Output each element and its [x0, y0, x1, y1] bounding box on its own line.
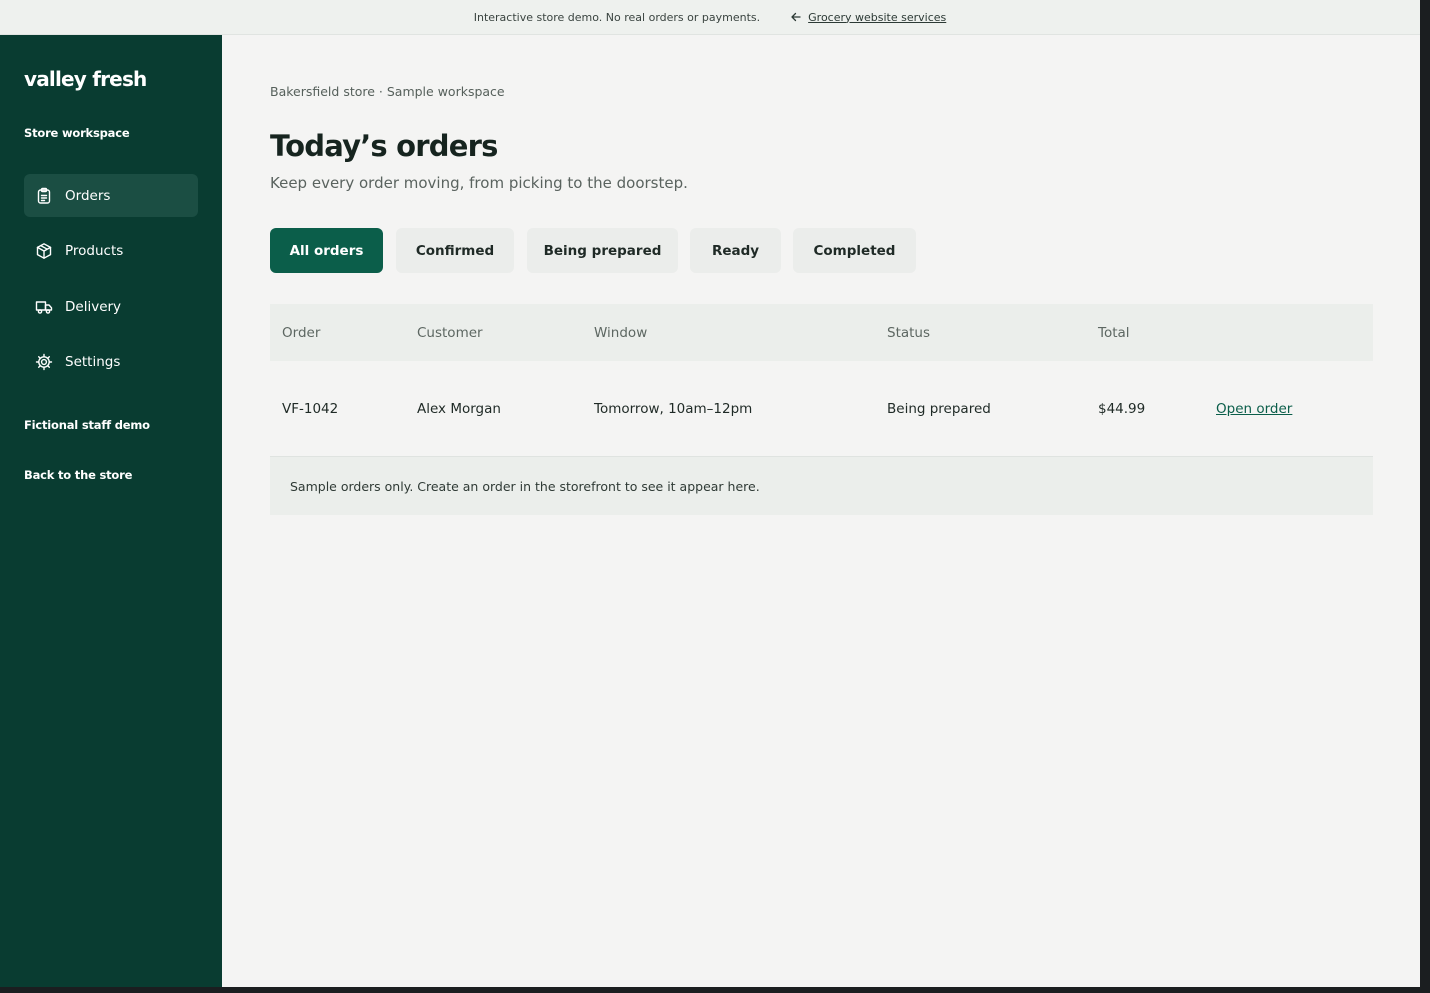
sidebar-item-label: Delivery — [65, 298, 122, 315]
grocery-services-link[interactable]: Grocery website services — [790, 11, 946, 24]
order-id: VF-1042 — [282, 400, 339, 417]
order-action-cell: Open order — [1216, 361, 1292, 456]
delivery-window: Tomorrow, 10am–12pm — [594, 400, 753, 417]
sidebar-item-orders[interactable]: Orders — [24, 174, 198, 217]
page-title: Today’s orders — [270, 129, 498, 163]
filter-all-orders[interactable]: All orders — [270, 228, 383, 273]
column-header-total: Total — [1098, 324, 1130, 341]
sidebar-item-label: Orders — [65, 187, 111, 204]
sample-orders-note: Sample orders only. Create an order in t… — [270, 457, 1373, 515]
sidebar-item-delivery[interactable]: Delivery — [24, 285, 198, 328]
grocery-services-link-label: Grocery website services — [808, 10, 947, 24]
sidebar-item-label: Settings — [65, 354, 121, 370]
sidebar-item-label: Products — [65, 243, 124, 259]
column-header-window: Window — [594, 324, 648, 341]
demo-banner: Interactive store demo. No real orders o… — [0, 0, 1420, 35]
brand-logo[interactable]: valley fresh — [24, 67, 147, 91]
table-row: VF-1042 Alex Morgan Tomorrow, 10am–12pm … — [270, 361, 1373, 457]
column-header-customer: Customer — [417, 324, 483, 341]
staff-demo-label: Fictional staff demo — [24, 418, 150, 432]
page-subtitle: Keep every order moving, from picking to… — [270, 174, 688, 192]
filter-ready[interactable]: Ready — [690, 228, 781, 273]
gear-icon — [35, 353, 53, 371]
customer-name: Alex Morgan — [417, 400, 501, 417]
filter-completed[interactable]: Completed — [793, 228, 916, 273]
box-icon — [36, 243, 52, 259]
demo-notice: Interactive store demo. No real orders o… — [473, 10, 761, 24]
orders-table: Order Customer Window Status Total VF-10… — [270, 304, 1373, 515]
order-status: Being prepared — [887, 400, 991, 417]
arrow-left-icon — [791, 12, 801, 22]
column-header-status: Status — [887, 324, 931, 341]
filter-being-prepared[interactable]: Being prepared — [527, 228, 678, 273]
workspace-label: Store workspace — [24, 126, 130, 140]
breadcrumb: Bakersfield store · Sample workspace — [270, 84, 505, 99]
column-header-order: Order — [282, 324, 321, 341]
truck-icon — [35, 300, 53, 314]
sidebar-item-settings[interactable]: Settings — [24, 341, 198, 384]
open-order-link[interactable]: Open order — [1216, 401, 1292, 417]
table-header: Order Customer Window Status Total — [270, 304, 1373, 361]
sidebar: valley fresh Store workspace Orders Prod… — [0, 35, 222, 987]
sidebar-nav: Orders Products Delivery Settings — [24, 174, 198, 396]
clipboard-icon — [37, 187, 51, 204]
sidebar-item-products[interactable]: Products — [24, 230, 198, 273]
app-window: Interactive store demo. No real orders o… — [0, 0, 1420, 987]
order-total: $44.99 — [1098, 400, 1146, 417]
filter-confirmed[interactable]: Confirmed — [396, 228, 514, 273]
back-to-store-link[interactable]: Back to the store — [24, 468, 132, 482]
